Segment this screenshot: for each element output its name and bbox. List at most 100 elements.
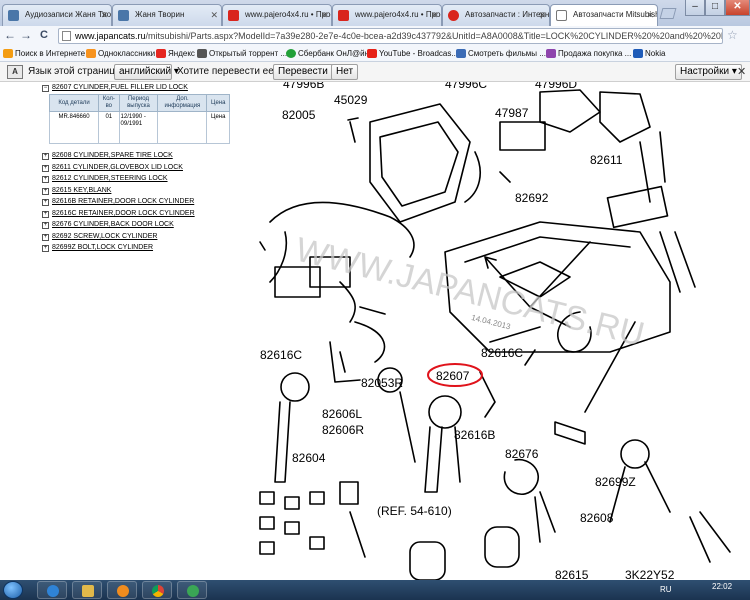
taskbar-player[interactable] xyxy=(107,581,137,599)
expand-icon[interactable]: + xyxy=(42,222,49,229)
bookmark-sales[interactable]: Продажа покупка ... xyxy=(545,47,631,60)
close-icon[interactable]: ✕ xyxy=(737,65,746,78)
close-tab-icon[interactable]: ✕ xyxy=(320,5,328,25)
wire xyxy=(269,231,288,283)
taskbar-ie[interactable] xyxy=(37,581,67,599)
reload-button[interactable]: C xyxy=(36,28,52,44)
close-window-button[interactable]: ✕ xyxy=(725,0,750,16)
clock: 22:02 xyxy=(712,582,733,591)
key-left xyxy=(274,401,291,483)
key xyxy=(689,511,731,563)
taskbar-explorer[interactable] xyxy=(72,581,102,599)
bookmark-youtube[interactable]: YouTube - Broadcas... xyxy=(366,47,458,60)
part-link[interactable]: 82611 CYLINDER,GLOVEBOX LID LOCK xyxy=(52,164,183,171)
tab-5[interactable]: Автозапчасти : Интернет ✕ xyxy=(442,4,550,26)
start-button[interactable] xyxy=(3,581,23,599)
expand-icon[interactable]: + xyxy=(42,164,49,172)
bookmark-nokia[interactable]: Nokia xyxy=(632,47,665,60)
label-82615: 82615 xyxy=(555,568,589,580)
chrome-icon xyxy=(152,585,164,597)
col-header-qty: Кол-во xyxy=(98,94,120,112)
minimize-button[interactable]: – xyxy=(685,0,705,16)
expand-icon[interactable]: + xyxy=(42,187,49,195)
label-47996D: 47996D xyxy=(535,82,577,91)
part-list-item[interactable]: +82692 SCREW,LOCK CYLINDER xyxy=(42,232,157,241)
label-47987: 47987 xyxy=(495,106,529,120)
cylinder-piece xyxy=(259,541,275,555)
collapse-icon[interactable]: − xyxy=(42,85,49,92)
part-list-item[interactable]: +82616C RETAINER,DOOR LOCK CYLINDER xyxy=(42,209,195,218)
part-link[interactable]: 82699Z BOLT,LOCK CYLINDER xyxy=(52,244,153,251)
part-47996C xyxy=(539,89,601,133)
part-link[interactable]: 82616C RETAINER,DOOR LOCK CYLINDER xyxy=(52,210,195,217)
back-button[interactable]: ← xyxy=(2,28,18,44)
close-tab-icon[interactable]: ✕ xyxy=(430,5,438,25)
new-tab-button[interactable] xyxy=(659,8,677,19)
part-list-item[interactable]: +82699Z BOLT,LOCK CYLINDER xyxy=(42,243,153,252)
settings-button[interactable]: Настройки ▾ xyxy=(675,64,742,80)
bookmark-odnoklassniki[interactable]: Одноклассники xyxy=(85,47,155,60)
bookmark-label: Одноклассники xyxy=(98,49,156,58)
bookmark-movies[interactable]: Смотреть фильмы ... xyxy=(455,47,546,60)
tab-2[interactable]: Жаня Творин ✕ xyxy=(112,4,222,26)
taskbar-app[interactable] xyxy=(177,581,207,599)
youtube-icon xyxy=(367,49,377,58)
cylinder-piece xyxy=(339,481,359,505)
expand-icon[interactable]: + xyxy=(42,245,49,252)
tab-1[interactable]: Аудиозаписи Жаня Твор ✕ xyxy=(2,4,112,26)
yandex-icon xyxy=(156,49,166,58)
label-82005: 82005 xyxy=(282,108,316,122)
close-tab-icon[interactable]: ✕ xyxy=(210,5,218,25)
cell-price[interactable]: Цена xyxy=(206,111,230,144)
bookmark-torrent[interactable]: Открытый торрент ... xyxy=(196,47,287,60)
bookmark-star-icon[interactable]: ☆ xyxy=(727,28,738,42)
language-indicator[interactable]: RU xyxy=(660,585,672,594)
expand-icon[interactable]: + xyxy=(42,199,49,206)
part-link[interactable]: 82616B RETAINER,DOOR LOCK CYLINDER xyxy=(52,198,194,205)
maximize-button[interactable]: □ xyxy=(705,0,725,16)
expand-icon[interactable]: + xyxy=(42,233,49,241)
close-tab-icon[interactable]: ✕ xyxy=(100,5,108,25)
parts-list-panel: −82607 CYLINDER,FUEL FILLER LID LOCK Код… xyxy=(0,82,240,580)
close-tab-icon[interactable]: ✕ xyxy=(538,5,546,25)
part-list-item[interactable]: +82676 CYLINDER,BACK DOOR LOCK xyxy=(42,220,174,229)
part-link[interactable]: 82608 CYLINDER,SPARE TIRE LOCK xyxy=(52,152,173,159)
part-list-item[interactable]: +82611 CYLINDER,GLOVEBOX LID LOCK xyxy=(42,163,183,172)
tab-6-active[interactable]: Автозапчасти Mitsubish ✕ xyxy=(550,4,658,26)
tab-bar: Аудиозаписи Жаня Твор ✕ Жаня Творин ✕ ww… xyxy=(0,0,750,26)
taskbar-chrome[interactable] xyxy=(142,581,172,599)
part-list-item[interactable]: +82615 KEY,BLANK xyxy=(42,186,111,195)
label-82692: 82692 xyxy=(515,191,549,205)
part-list-item[interactable]: +82612 CYLINDER,STEERING LOCK xyxy=(42,174,168,183)
expand-icon[interactable]: + xyxy=(42,176,49,183)
expand-icon[interactable]: + xyxy=(42,153,49,160)
switch-47987 xyxy=(499,121,546,151)
language-select[interactable]: английский ▾ xyxy=(114,64,179,80)
lock-cylinder-82607 xyxy=(428,395,462,429)
no-button[interactable]: Нет xyxy=(331,64,359,80)
part-link[interactable]: 82615 KEY,BLANK xyxy=(52,187,111,194)
close-tab-icon[interactable]: ✕ xyxy=(646,5,654,25)
table-row: MR.846660 01 12/1990 - 09/1991 Цена xyxy=(48,111,230,144)
translate-bar: A Язык этой страницы английский ▾ Хотите… xyxy=(0,62,750,82)
part-link[interactable]: 82692 SCREW,LOCK CYLINDER xyxy=(52,233,157,240)
translate-button[interactable]: Перевести xyxy=(273,64,333,80)
part-list-item[interactable]: +82608 CYLINDER,SPARE TIRE LOCK xyxy=(42,151,173,160)
part-link[interactable]: 82676 CYLINDER,BACK DOOR LOCK xyxy=(52,221,174,228)
part-list-item[interactable]: +82616B RETAINER,DOOR LOCK CYLINDER xyxy=(42,197,194,206)
selected-part-row[interactable]: −82607 CYLINDER,FUEL FILLER LID LOCK xyxy=(42,83,188,92)
tab-4[interactable]: www.pajero4x4.ru • Прос ✕ xyxy=(332,4,442,26)
part-link[interactable]: 82607 CYLINDER,FUEL FILLER LID LOCK xyxy=(52,84,188,91)
expand-icon[interactable]: + xyxy=(42,210,49,218)
bookmark-search[interactable]: Поиск в Интернете xyxy=(2,47,85,60)
bookmark-yandex[interactable]: Яндекс xyxy=(155,47,195,60)
retainer-82616C-right xyxy=(479,371,496,418)
label-82611: 82611 xyxy=(590,153,623,167)
bookmark-sberbank[interactable]: Сбербанк ОнЛ@йн xyxy=(285,47,369,60)
part-link[interactable]: 82612 CYLINDER,STEERING LOCK xyxy=(52,175,168,182)
tab-3[interactable]: www.pajero4x4.ru • Прос ✕ xyxy=(222,4,332,26)
media-player-icon xyxy=(117,585,129,597)
address-bar[interactable]: www.japancats.ru/mitsubishi/Parts.aspx?M… xyxy=(58,28,723,44)
forward-button[interactable]: → xyxy=(18,28,34,44)
translate-prompt: Язык этой страницы xyxy=(28,66,123,77)
